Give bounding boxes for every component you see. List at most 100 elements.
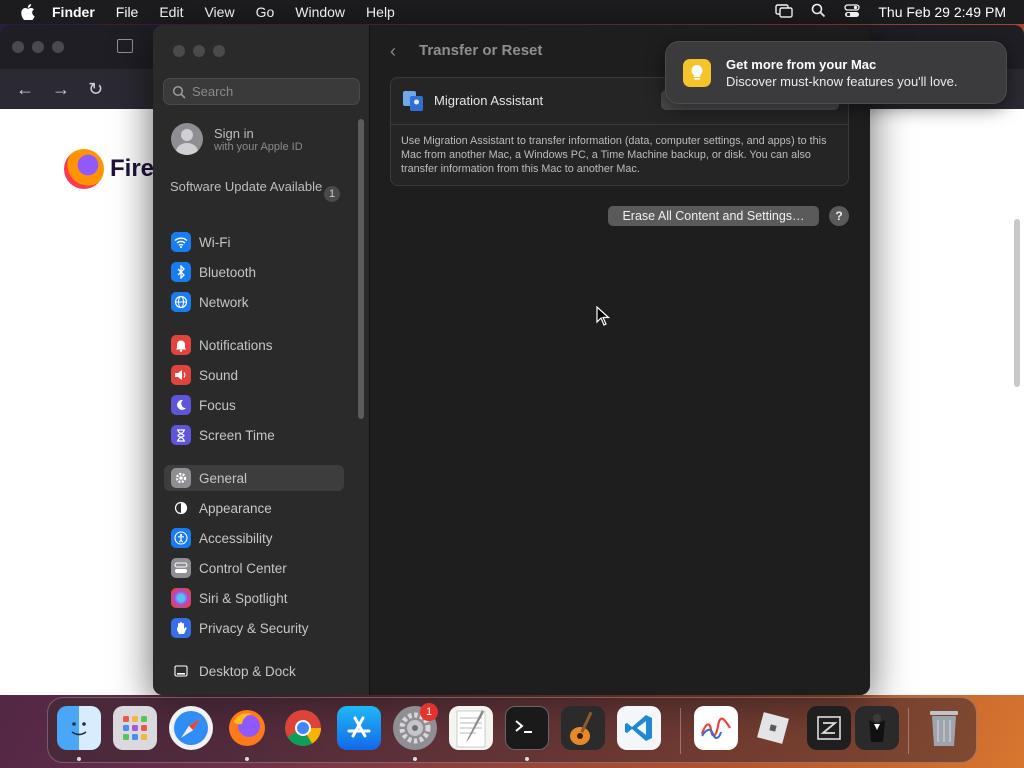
sidebar-item-wifi[interactable]: Wi-Fi [164, 229, 344, 255]
migration-assistant-title: Migration Assistant [434, 93, 544, 108]
zed-icon[interactable] [807, 706, 851, 750]
settings-sidebar: Sign in with your Apple ID Software Upda… [153, 25, 370, 695]
sidebar-item-label: Control Center [199, 560, 287, 576]
dock-separator [680, 708, 681, 754]
software-update-label: Software Update Available [170, 179, 323, 194]
globe-icon [171, 292, 191, 312]
safari-icon[interactable] [169, 706, 213, 750]
control-center-icon[interactable] [844, 3, 861, 21]
sidebar-scrollbar[interactable] [358, 119, 364, 419]
bell-icon [171, 335, 191, 355]
signin-subtitle: with your Apple ID [214, 140, 303, 153]
search-input[interactable] [192, 84, 352, 99]
zoom-dot[interactable] [213, 45, 225, 57]
sidebar-item-notifications[interactable]: Notifications [164, 332, 344, 358]
apple-menu-icon[interactable] [18, 2, 38, 22]
back-arrow-icon[interactable]: ← [16, 79, 34, 100]
sidebar-item-sound[interactable]: Sound [164, 362, 344, 388]
terminal-icon[interactable] [505, 706, 549, 750]
app-store-icon[interactable] [337, 706, 381, 750]
minimize-dot[interactable] [32, 41, 44, 53]
alfred-icon[interactable] [855, 706, 899, 750]
sidebar-item-label: Bluetooth [199, 264, 257, 280]
back-chevron-icon[interactable]: ‹ [390, 41, 396, 62]
dock-icon [171, 661, 191, 681]
sidebar-item-label: Notifications [199, 337, 273, 353]
running-indicator [525, 757, 529, 761]
menu-window[interactable]: Window [295, 4, 345, 20]
sidebar-item-appearance[interactable]: Appearance [164, 495, 344, 521]
reload-icon[interactable]: ↻ [88, 79, 103, 100]
sidebar-item-accessibility[interactable]: Accessibility [164, 525, 344, 551]
sidebar-item-label: Network [199, 294, 249, 310]
notification-body: Discover must-know features you'll love. [726, 74, 958, 89]
menu-help[interactable]: Help [366, 4, 395, 20]
finder-icon[interactable] [57, 706, 101, 750]
garageband-icon[interactable] [561, 706, 605, 750]
hourglass-icon [171, 425, 191, 445]
apple-id-signin[interactable]: Sign in with your Apple ID [171, 123, 303, 155]
tips-lightbulb-icon [683, 59, 711, 87]
control-center-icon [171, 558, 191, 578]
roblox-icon[interactable] [751, 706, 795, 750]
firefox-dock-icon[interactable] [225, 706, 269, 750]
zoom-dot[interactable] [52, 41, 64, 53]
menu-file[interactable]: File [116, 4, 139, 20]
firefox-scrollbar[interactable] [1014, 219, 1020, 387]
firefox-logo-icon [64, 149, 104, 189]
sidebar-item-general[interactable]: General [164, 465, 344, 491]
sidebar-item-label: Screen Time [199, 427, 275, 443]
settings-content: ‹ Transfer or Reset Migration Assistant … [370, 25, 870, 695]
sidebar-item-label: Wi-Fi [199, 234, 231, 250]
notification-banner[interactable]: Get more from your Mac Discover must-kno… [665, 41, 1007, 104]
sidebar-item-label: Siri & Spotlight [199, 590, 288, 606]
screen-mirroring-icon[interactable] [775, 3, 794, 21]
sidebar-item-desktop-dock[interactable]: Desktop & Dock [164, 658, 344, 684]
erase-all-content-button[interactable]: Erase All Content and Settings… [608, 206, 819, 226]
menu-go[interactable]: Go [256, 4, 275, 20]
freeform-icon[interactable] [694, 706, 738, 750]
card-divider [391, 124, 848, 125]
spotlight-search-icon[interactable] [811, 3, 826, 21]
page-title: Transfer or Reset [419, 42, 543, 59]
settings-search[interactable] [163, 78, 360, 105]
close-dot[interactable] [173, 45, 185, 57]
settings-notification-badge: 1 [420, 703, 438, 721]
sidebar-item-label: Desktop & Dock [199, 663, 296, 679]
trash-icon[interactable] [922, 706, 966, 750]
tab-overview-icon[interactable] [117, 39, 133, 53]
minimize-dot[interactable] [193, 45, 205, 57]
forward-arrow-icon[interactable]: → [52, 79, 70, 100]
sidebar-item-label: Accessibility [199, 530, 273, 546]
sidebar-item-label: General [199, 470, 248, 486]
menu-view[interactable]: View [204, 4, 234, 20]
menu-clock[interactable]: Thu Feb 29 2:49 PM [878, 4, 1006, 20]
gear-icon [171, 468, 191, 488]
bluetooth-icon [171, 262, 191, 282]
close-dot[interactable] [12, 41, 24, 53]
speaker-icon [171, 365, 191, 385]
sidebar-item-siri-spotlight[interactable]: Siri & Spotlight [164, 585, 344, 611]
menu-app-name[interactable]: Finder [52, 4, 95, 20]
moon-icon [171, 395, 191, 415]
wifi-icon [171, 232, 191, 252]
avatar [171, 123, 203, 155]
dock [47, 697, 977, 763]
help-button[interactable]: ? [829, 206, 849, 226]
dock-separator [908, 708, 909, 754]
vscode-icon[interactable] [617, 706, 661, 750]
sidebar-item-bluetooth[interactable]: Bluetooth [164, 259, 344, 285]
migration-assistant-description: Use Migration Assistant to transfer info… [401, 135, 827, 175]
menu-edit[interactable]: Edit [159, 4, 183, 20]
sidebar-item-privacy-security[interactable]: Privacy & Security [164, 615, 344, 641]
mouse-cursor-icon [596, 306, 610, 326]
sidebar-item-control-center[interactable]: Control Center [164, 555, 344, 581]
textedit-icon[interactable] [449, 706, 493, 750]
sidebar-item-focus[interactable]: Focus [164, 392, 344, 418]
chrome-icon[interactable] [281, 706, 325, 750]
sidebar-item-network[interactable]: Network [164, 289, 344, 315]
launchpad-icon[interactable] [113, 706, 157, 750]
sidebar-item-screen-time[interactable]: Screen Time [164, 422, 344, 448]
update-count-badge: 1 [324, 186, 340, 202]
software-update-item[interactable]: Software Update Available 1 [170, 179, 340, 202]
